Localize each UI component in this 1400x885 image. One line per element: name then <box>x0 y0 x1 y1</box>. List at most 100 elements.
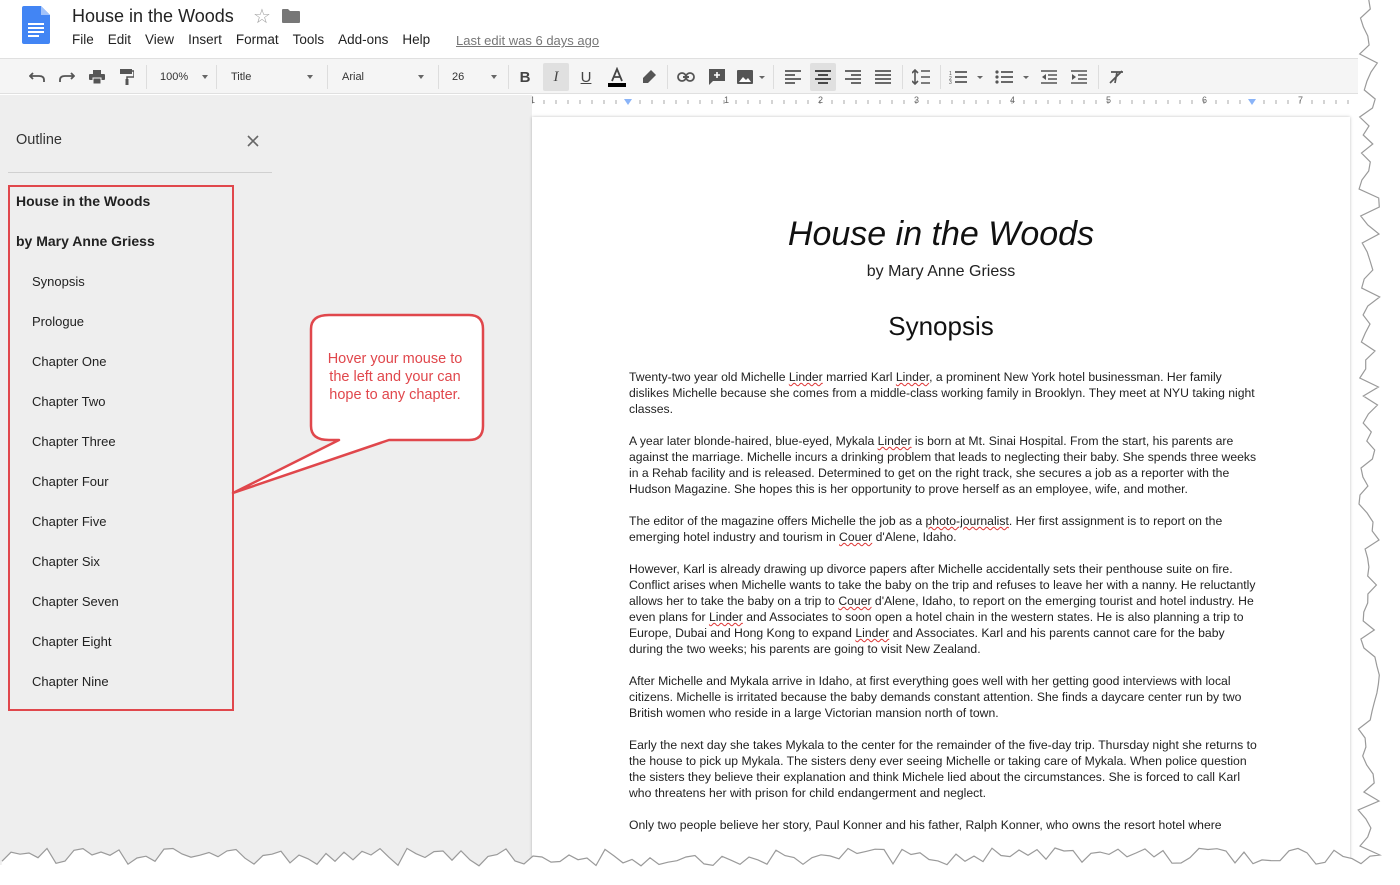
close-icon[interactable] <box>246 134 260 148</box>
outline-item[interactable]: Synopsis <box>32 274 85 289</box>
outline-item[interactable]: Chapter Four <box>32 474 109 489</box>
svg-text:3: 3 <box>949 80 952 84</box>
redo-icon[interactable] <box>56 59 78 95</box>
spellcheck-word[interactable]: Linder <box>878 434 912 448</box>
doc-paragraph: After Michelle and Mykala arrive in Idah… <box>629 674 1242 720</box>
increase-indent-icon[interactable] <box>1068 59 1090 95</box>
doc-paragraph: Early the next day she takes Mykala to t… <box>629 738 1257 800</box>
zoom-select[interactable]: 100% <box>160 59 208 95</box>
zoom-value: 100% <box>160 71 189 83</box>
right-indent-marker[interactable] <box>1248 99 1256 105</box>
justify-icon[interactable] <box>872 59 894 95</box>
menu-addons[interactable]: Add-ons <box>338 32 388 47</box>
toolbar-divider <box>773 65 774 89</box>
outline-item[interactable]: Chapter Five <box>32 514 106 529</box>
outline-item[interactable]: Chapter One <box>32 354 106 369</box>
folder-icon[interactable] <box>282 9 300 23</box>
doc-paragraph: Only two people believe her story, Paul … <box>629 818 1222 832</box>
bulleted-list-icon[interactable] <box>994 59 1030 95</box>
outline-item[interactable]: House in the Woods <box>16 193 150 209</box>
toolbar-divider <box>667 65 668 89</box>
outline-item[interactable]: Prologue <box>32 314 84 329</box>
undo-icon[interactable] <box>26 59 48 95</box>
image-icon[interactable] <box>735 59 767 95</box>
doc-paragraph: Twenty-two year old Michelle Linder marr… <box>629 370 1255 416</box>
align-center-icon[interactable] <box>810 63 836 91</box>
spellcheck-word[interactable]: Linder <box>855 626 889 640</box>
font-size-select[interactable]: 26 <box>452 59 497 95</box>
doc-paragraph: However, Karl is already drawing up divo… <box>629 562 1256 656</box>
menu-insert[interactable]: Insert <box>188 32 222 47</box>
toolbar-divider <box>327 65 328 89</box>
ruler-label: 3 <box>914 95 920 105</box>
ruler[interactable]: 1 1 2 3 4 5 6 7 <box>530 95 1358 107</box>
paragraph-style-select[interactable]: Title <box>231 59 313 95</box>
menu-file[interactable]: File <box>72 32 94 47</box>
left-indent-marker[interactable] <box>624 99 632 105</box>
comment-icon[interactable] <box>706 59 728 95</box>
ruler-label: 7 <box>1298 95 1304 105</box>
highlight-icon[interactable] <box>638 59 660 95</box>
ruler-ticks <box>531 99 1349 105</box>
toolbar-divider <box>940 65 941 89</box>
outline-item[interactable]: Chapter Nine <box>32 674 109 689</box>
ruler-label: 4 <box>1010 95 1016 105</box>
menu-help[interactable]: Help <box>402 32 430 47</box>
outline-item[interactable]: Chapter Eight <box>32 634 112 649</box>
chevron-down-icon <box>418 75 424 79</box>
spellcheck-word[interactable]: photo-journalist <box>926 514 1009 528</box>
doc-paragraph: The editor of the magazine offers Michel… <box>629 514 1223 544</box>
ruler-label: 1 <box>724 95 730 105</box>
spellcheck-word[interactable]: Linder <box>789 370 823 384</box>
spellcheck-word[interactable]: Couer <box>839 530 872 544</box>
bold-icon[interactable]: B <box>515 59 535 95</box>
ruler-label: 5 <box>1106 95 1112 105</box>
doc-body: Twenty-two year old Michelle Linder marr… <box>629 369 1259 849</box>
outline-item[interactable]: Chapter Six <box>32 554 100 569</box>
doc-author: by Mary Anne Griess <box>866 263 1016 280</box>
underline-icon[interactable]: U <box>576 59 596 95</box>
paint-format-icon[interactable] <box>116 59 138 95</box>
link-icon[interactable] <box>675 59 697 95</box>
doc-paragraph: A year later blonde-haired, blue-eyed, M… <box>629 434 1257 496</box>
toolbar-divider <box>1098 65 1099 89</box>
last-edit-link[interactable]: Last edit was 6 days ago <box>456 33 599 48</box>
document-page[interactable]: House in the Woods by Mary Anne Griess S… <box>532 117 1350 877</box>
outline-item[interactable]: Chapter Two <box>32 394 105 409</box>
align-left-icon[interactable] <box>782 59 804 95</box>
app-header: House in the Woods ☆ File Edit View Inse… <box>0 0 1358 58</box>
doc-title-heading: House in the Woods <box>787 215 1095 253</box>
line-spacing-icon[interactable] <box>910 59 932 95</box>
outline-item[interactable]: Chapter Seven <box>32 594 119 609</box>
font-value: Arial <box>342 71 365 83</box>
outline-item[interactable]: by Mary Anne Griess <box>16 233 155 249</box>
spellcheck-word[interactable]: Couer <box>838 594 871 608</box>
outline-item[interactable]: Chapter Three <box>32 434 116 449</box>
font-size-value: 26 <box>452 71 465 83</box>
align-right-icon[interactable] <box>842 59 864 95</box>
outline-divider <box>8 172 272 173</box>
print-icon[interactable] <box>86 59 108 95</box>
document-title[interactable]: House in the Woods <box>72 6 234 27</box>
decrease-indent-icon[interactable] <box>1038 59 1060 95</box>
toolbar-divider <box>902 65 903 89</box>
text-color-icon[interactable] <box>605 59 629 95</box>
menu-format[interactable]: Format <box>236 32 279 47</box>
clear-formatting-icon[interactable] <box>1106 59 1128 95</box>
spellcheck-word[interactable]: Linder <box>709 610 743 624</box>
italic-icon[interactable]: I <box>543 63 569 91</box>
toolbar: 100% Title Arial 26 B I U 1 2 3 <box>0 58 1358 94</box>
style-value: Title <box>231 71 252 83</box>
spellcheck-word[interactable]: Linder <box>896 370 929 384</box>
menu-view[interactable]: View <box>145 32 174 47</box>
docs-logo-icon[interactable] <box>22 6 50 44</box>
outline-title: Outline <box>16 132 62 148</box>
menu-tools[interactable]: Tools <box>293 32 325 47</box>
toolbar-divider <box>216 65 217 89</box>
star-icon[interactable]: ☆ <box>253 4 271 29</box>
menu-edit[interactable]: Edit <box>108 32 131 47</box>
ruler-label: 2 <box>818 95 824 105</box>
font-select[interactable]: Arial <box>342 59 424 95</box>
numbered-list-icon[interactable]: 123 <box>948 59 984 95</box>
doc-section-heading: Synopsis <box>888 311 994 341</box>
